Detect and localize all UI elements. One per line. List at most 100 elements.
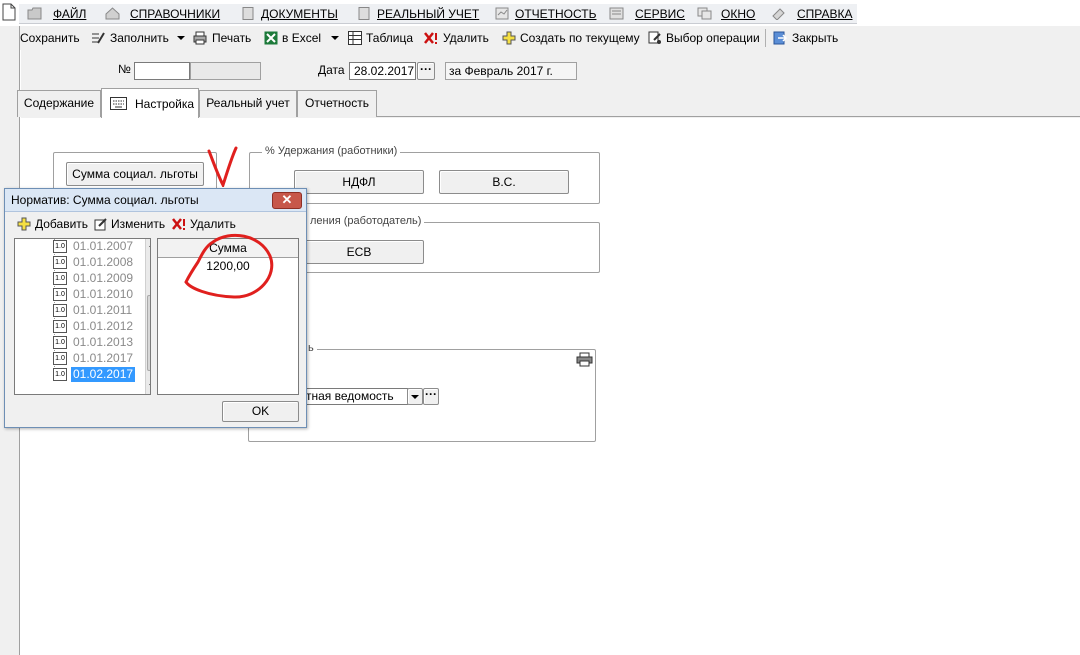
menu-help-label: СПРАВКА — [797, 7, 853, 21]
dialog-close-button[interactable]: ✕ — [272, 192, 302, 209]
date-input[interactable]: 28.02.2017 — [349, 62, 416, 80]
operation-icon — [648, 31, 661, 44]
norm-icon: 1.0 — [53, 368, 67, 381]
scroll-up-icon[interactable] — [148, 241, 151, 249]
exit-icon — [773, 31, 787, 45]
dialog-titlebar[interactable]: Норматив: Сумма социал. льготы ✕ — [5, 189, 306, 212]
toolbar-separator — [765, 29, 766, 47]
statement-more-button[interactable]: ··· — [423, 388, 439, 405]
excel-icon — [264, 31, 278, 45]
norm-dialog: Норматив: Сумма социал. льготы ✕ Добавит… — [4, 188, 307, 428]
tab-settings[interactable]: Настройка — [101, 88, 199, 118]
chevron-down-icon — [177, 36, 185, 40]
date-label: Дата — [318, 63, 345, 77]
tree-item-label: 01.01.2012 — [73, 319, 134, 333]
toolbar: Сохранить Заполнить Печать в Excel Табли… — [0, 26, 1080, 50]
menu-strip: ФАЙЛ СПРАВОЧНИКИ ДОКУМЕНТЫ РЕАЛЬНЫЙ УЧЕТ… — [19, 4, 857, 24]
delete-icon — [424, 32, 437, 44]
tab-content[interactable]: Содержание — [17, 90, 101, 117]
choose-operation-label: Выбор операции — [666, 31, 760, 45]
excel-dropdown-arrow[interactable] — [330, 30, 340, 46]
tree-item-label: 01.01.2008 — [73, 255, 134, 269]
dialog-edit-label: Изменить — [111, 217, 166, 231]
esv-button[interactable]: ЕСВ — [294, 240, 424, 264]
tree-item-label: 01.02.2017 — [71, 367, 136, 382]
tree-item-label: 01.01.2009 — [73, 271, 134, 285]
social-benefit-button[interactable]: Сумма социал. льготы — [66, 162, 204, 186]
edit-icon — [94, 218, 107, 231]
document-icon — [358, 7, 370, 20]
scroll-down-icon[interactable] — [148, 382, 151, 390]
menu-directories-label: СПРАВОЧНИКИ — [130, 7, 221, 21]
tab-reports-label: Отчетность — [305, 96, 369, 110]
save-label: Сохранить — [20, 31, 80, 45]
menu-real-accounting-label: РЕАЛЬНЫЙ УЧЕТ — [377, 7, 480, 21]
norm-icon: 1.0 — [53, 320, 67, 333]
close-label: Закрыть — [792, 31, 839, 45]
excel-label: в Excel — [282, 31, 322, 45]
norm-icon: 1.0 — [53, 240, 67, 253]
tab-real-accounting-label: Реальный учет — [206, 96, 290, 110]
ndfl-button[interactable]: НДФЛ — [294, 170, 424, 194]
norm-icon: 1.0 — [53, 336, 67, 349]
norm-icon: 1.0 — [53, 272, 67, 285]
tree-item-label: 01.01.2007 — [73, 239, 134, 253]
number-label: № — [118, 62, 131, 76]
date-tree: 1.0 01.01.2007 1.0 01.01.2008 1.0 01.01.200… — [14, 238, 151, 395]
tree-item-label: 01.01.2011 — [73, 303, 133, 317]
tree-item-label: 01.01.2017 — [73, 351, 134, 365]
print-label: Печать — [212, 31, 252, 45]
fill-icon — [92, 32, 105, 44]
printer-icon[interactable] — [576, 352, 593, 367]
vs-button[interactable]: В.С. — [439, 170, 569, 194]
table-icon — [348, 31, 362, 45]
tree-scrollbar[interactable] — [145, 239, 151, 394]
tree-item-label: 01.01.2013 — [73, 335, 134, 349]
menu-service-label: СЕРВИС — [635, 7, 685, 21]
home-icon — [105, 7, 120, 20]
tab-reports[interactable]: Отчетность — [297, 90, 377, 117]
tab-settings-label: Настройка — [135, 97, 195, 111]
period-field: за Февраль 2017 г. — [445, 62, 577, 80]
statement-dropdown-button[interactable] — [407, 388, 423, 405]
circle-annotation — [184, 233, 274, 299]
folder-icon — [27, 7, 42, 20]
number-suffix-field — [190, 62, 261, 80]
dialog-title: Норматив: Сумма социал. льготы — [11, 193, 199, 207]
table-label: Таблица — [366, 31, 414, 45]
tab-content-label: Содержание — [23, 96, 95, 110]
dialog-add-label: Добавить — [35, 217, 89, 231]
create-from-current-label: Создать по текущему — [520, 31, 640, 45]
checkmark-annotation — [207, 146, 238, 187]
help-icon — [772, 8, 785, 20]
keyboard-icon — [110, 97, 127, 110]
menu-file-label: ФАЙЛ — [53, 7, 87, 21]
number-input[interactable] — [134, 62, 190, 80]
fill-label: Заполнить — [110, 31, 169, 45]
menu-bar: ФАЙЛ СПРАВОЧНИКИ ДОКУМЕНТЫ РЕАЛЬНЫЙ УЧЕТ… — [0, 0, 1080, 26]
menu-window-label: ОКНО — [721, 7, 756, 21]
service-icon — [609, 7, 624, 20]
date-picker-button[interactable]: ··· — [417, 62, 435, 80]
printer-icon — [193, 31, 207, 45]
menu-documents-label: ДОКУМЕНТЫ — [261, 7, 338, 21]
accruals-group-title: ления (работодатель) — [307, 215, 425, 227]
fill-dropdown-arrow[interactable] — [176, 30, 186, 46]
menu-reports-label: ОТЧЕТНОСТЬ — [515, 7, 597, 21]
delete-label: Удалить — [443, 31, 489, 45]
chevron-down-icon — [331, 36, 339, 40]
norm-icon: 1.0 — [53, 256, 67, 269]
dialog-ok-button[interactable]: OK — [222, 401, 299, 422]
deductions-group-title: % Удержания (работники) — [262, 145, 401, 157]
new-document-icon[interactable] — [2, 3, 16, 21]
tab-real-accounting[interactable]: Реальный учет — [199, 90, 297, 117]
norm-icon: 1.0 — [53, 304, 67, 317]
norm-icon: 1.0 — [53, 352, 67, 365]
window-icon — [697, 7, 712, 20]
chevron-down-icon — [411, 395, 419, 399]
statement-select[interactable]: тная ведомость — [305, 388, 408, 405]
plus-icon — [502, 31, 516, 45]
report-icon — [495, 7, 509, 20]
document-icon — [242, 7, 254, 20]
scroll-thumb[interactable] — [147, 295, 150, 371]
